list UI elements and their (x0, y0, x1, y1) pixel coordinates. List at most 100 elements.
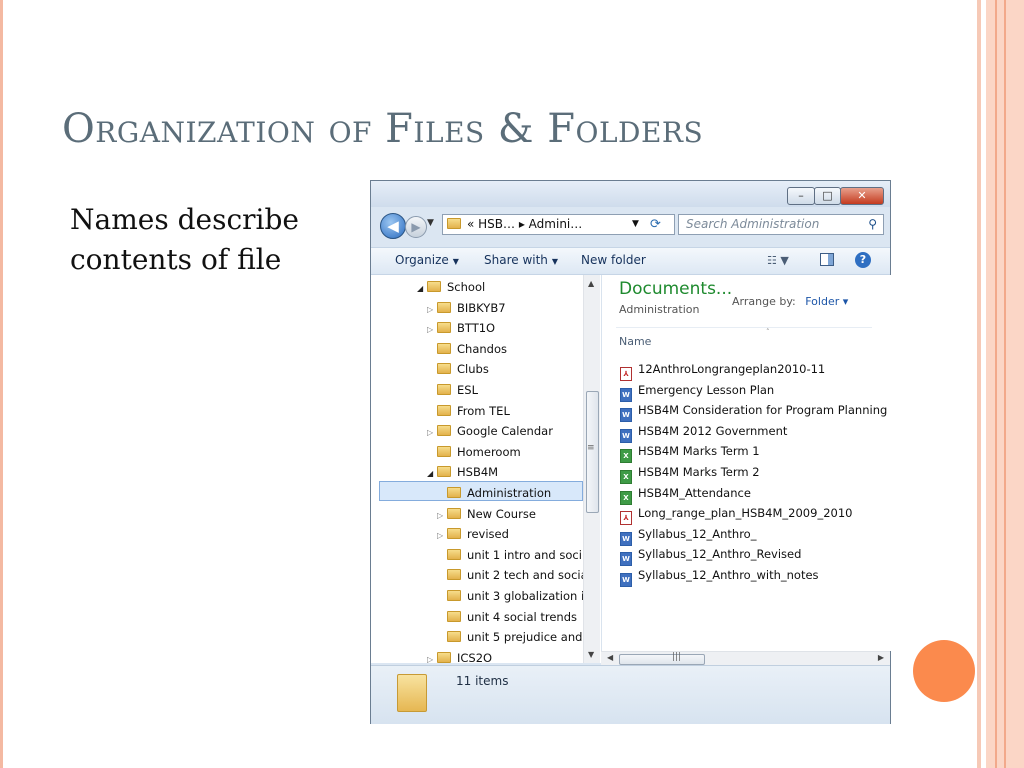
nav-item[interactable]: ▷ BIBKYB7 (427, 298, 506, 318)
horizontal-scroll-thumb[interactable]: ||| (619, 652, 705, 665)
nav-item-label: BIBKYB7 (457, 300, 506, 315)
file-item[interactable]: ⅄ Long_range_plan_HSB4M_2009_2010 (620, 503, 853, 526)
file-item[interactable]: W HSB4M 2012 Government (620, 421, 788, 443)
preview-pane-icon[interactable] (820, 253, 834, 266)
file-name: Emergency Lesson Plan (638, 382, 775, 397)
nav-item[interactable]: unit 5 prejudice and (437, 627, 582, 647)
expand-arrow-icon[interactable]: ▷ (427, 423, 437, 443)
breadcrumb[interactable]: « HSB… ▸ Admini… (467, 215, 582, 234)
folder-icon (437, 363, 451, 375)
nav-item-label: New Course (467, 506, 536, 521)
search-icon[interactable]: ⚲ (868, 217, 877, 231)
search-box[interactable]: Search Administration ⚲ (678, 214, 884, 235)
nav-item[interactable]: ◢ HSB4M (427, 462, 498, 482)
address-dropdown-icon[interactable]: ▼ (632, 215, 639, 234)
name-column-header[interactable]: Name (619, 335, 651, 348)
nav-item[interactable]: Homeroom (427, 442, 521, 462)
forward-button[interactable]: ▶ (405, 216, 427, 238)
nav-item[interactable]: From TEL (427, 401, 510, 421)
help-icon[interactable]: ? (855, 252, 871, 268)
nav-item[interactable]: ESL (427, 380, 478, 400)
slide-right-stripe (977, 0, 981, 768)
folder-icon (437, 466, 451, 478)
folder-icon (437, 651, 451, 663)
scroll-down-icon[interactable]: ▼ (588, 650, 594, 659)
nav-item[interactable]: ▷ Google Calendar (427, 421, 553, 441)
nav-item[interactable]: Chandos (427, 339, 507, 359)
scroll-grip-icon: ≡ (587, 443, 595, 453)
search-input[interactable]: Search Administration (686, 217, 819, 231)
arrange-by-dropdown[interactable]: Folder ▾ (805, 295, 848, 308)
nav-item[interactable]: Administration (437, 483, 551, 503)
new-folder-button[interactable]: New folder (581, 253, 646, 267)
details-pane: 11 items (371, 665, 890, 724)
folder-icon (447, 631, 461, 643)
folder-icon (437, 322, 451, 334)
file-name: HSB4M Marks Term 2 (638, 465, 760, 479)
file-item[interactable]: W HSB4M Consideration for Program Plannin… (620, 400, 888, 423)
folder-icon (437, 301, 451, 313)
minimize-button[interactable]: – (787, 187, 815, 205)
expand-arrow-icon[interactable]: ▷ (437, 506, 447, 526)
nav-item[interactable]: ▷ BTT1O (427, 318, 495, 338)
recent-pages-dropdown-icon[interactable]: ▼ (427, 218, 434, 228)
folder-icon (427, 281, 441, 292)
decorative-circle (913, 640, 975, 702)
nav-item-label: unit 5 prejudice and (467, 630, 583, 645)
file-item[interactable]: X HSB4M Marks Term 1 (620, 441, 760, 464)
address-bar[interactable]: « HSB… ▸ Admini… ▼ ⟳ (442, 214, 675, 235)
nav-item[interactable]: unit 4 social trends (437, 607, 577, 627)
expand-arrow-icon[interactable]: ▷ (427, 650, 437, 663)
nav-item[interactable]: unit 1 intro and soci (437, 545, 582, 565)
scroll-right-icon[interactable]: ▶ (878, 653, 884, 662)
nav-item-label: unit 3 globalization i (467, 589, 585, 603)
file-name: HSB4M Consideration for Program Planning (638, 403, 888, 418)
navigation-pane[interactable]: ◢ School ▷ BIBKYB7 ▷ BTT1O Chandos Clubs ESL From… (371, 275, 601, 663)
scroll-left-icon[interactable]: ◀ (607, 653, 613, 662)
chevron-down-icon: ▼ (551, 257, 559, 266)
expand-arrow-icon[interactable]: ▷ (437, 526, 447, 546)
refresh-icon[interactable]: ⟳ (650, 215, 661, 234)
change-view-icon[interactable]: ☷ ▼ (767, 254, 789, 267)
file-name: HSB4M_Attendance (638, 485, 751, 500)
file-item[interactable]: W Emergency Lesson Plan (620, 380, 775, 402)
file-name: Long_range_plan_HSB4M_2009_2010 (638, 506, 853, 521)
nav-item[interactable]: unit 2 tech and socia (437, 565, 588, 585)
file-item[interactable]: X HSB4M_Attendance (620, 483, 751, 505)
slide-right-line-1 (995, 0, 997, 768)
file-item[interactable]: ⅄ 12AnthroLongrangeplan2010-11 (620, 359, 826, 381)
nav-item[interactable]: ◢ School (417, 277, 485, 297)
scroll-up-icon[interactable]: ▲ (588, 279, 594, 288)
file-name: HSB4M 2012 Government (638, 423, 788, 438)
collapse-arrow-icon[interactable]: ◢ (417, 279, 427, 299)
file-list-pane[interactable]: Documents... Administration Arrange by: … (601, 275, 891, 651)
expand-arrow-icon[interactable]: ▷ (427, 320, 437, 340)
nav-item[interactable]: unit 3 globalization i (437, 586, 584, 606)
collapse-arrow-icon[interactable]: ◢ (427, 464, 437, 484)
nav-item-label: Administration (467, 486, 552, 500)
folder-icon (447, 590, 461, 601)
file-name: Syllabus_12_Anthro_Revised (638, 547, 802, 562)
file-item[interactable]: W Syllabus_12_Anthro_Revised (620, 544, 802, 567)
close-button[interactable]: ✕ (840, 187, 884, 205)
file-item[interactable]: W Syllabus_12_Anthro_ (620, 524, 756, 546)
navigation-scrollbar[interactable]: ▲ ≡ ▼ (583, 275, 600, 663)
horizontal-scrollbar[interactable]: ◀ ||| ▶ (601, 651, 890, 666)
nav-item[interactable]: Clubs (427, 359, 489, 379)
share-with-button[interactable]: Share with ▼ (484, 253, 558, 267)
organize-button[interactable]: Organize ▼ (395, 253, 459, 267)
slide-body-text: Names describe contents of file (70, 203, 299, 276)
arrange-by-value: Folder (805, 295, 840, 308)
nav-item-label: School (447, 280, 486, 294)
nav-item[interactable]: ▷ New Course (437, 504, 536, 524)
nav-item[interactable]: ▷ ICS2O (427, 648, 492, 663)
back-button[interactable]: ◀ (380, 213, 406, 239)
file-item[interactable]: W Syllabus_12_Anthro_with_notes (620, 565, 819, 587)
file-item[interactable]: X HSB4M Marks Term 2 (620, 462, 760, 484)
library-subtitle: Administration (619, 303, 700, 316)
chevron-down-icon: ▼ (452, 257, 459, 266)
expand-arrow-icon[interactable]: ▷ (427, 300, 437, 320)
maximize-button[interactable]: □ (814, 187, 841, 205)
file-name: 12AnthroLongrangeplan2010-11 (638, 362, 826, 376)
nav-item[interactable]: ▷ revised (437, 524, 509, 544)
